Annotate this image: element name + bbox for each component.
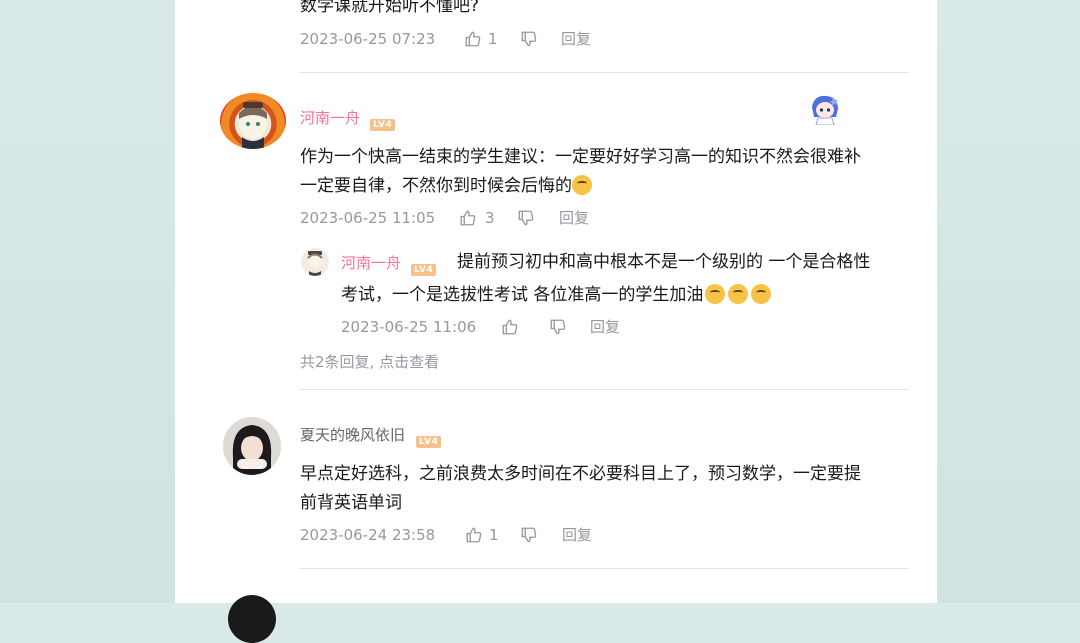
like-count: 1: [489, 526, 499, 544]
face-emoji-icon: [572, 175, 592, 195]
reply-button[interactable]: 回复: [561, 29, 591, 49]
avatar[interactable]: [220, 93, 286, 149]
dislike-button[interactable]: [549, 318, 567, 340]
comment-meta: 2023-06-25 07:23: [300, 29, 435, 49]
comment-time: 2023-06-24 23:58: [300, 526, 436, 544]
level-badge: LV4: [416, 429, 442, 448]
divider: [300, 72, 908, 73]
divider: [300, 568, 908, 569]
username[interactable]: 夏天的晚风依旧: [300, 425, 405, 445]
username[interactable]: 河南一舟: [341, 253, 401, 273]
level-badge: LV4: [370, 112, 396, 131]
divider: [300, 389, 908, 390]
comment-time: 2023-06-25 11:05: [300, 209, 436, 227]
reply-button[interactable]: 回复: [590, 317, 620, 337]
avatar[interactable]: [223, 417, 281, 475]
like-button[interactable]: [501, 318, 519, 340]
username[interactable]: 河南一舟: [300, 108, 360, 128]
comment-text-line: 作为一个快高一结束的学生建议：一定要好好学习高一的知识不然会很难补: [300, 147, 861, 167]
avatar[interactable]: [301, 248, 329, 276]
thumbs-down-icon: [521, 31, 537, 47]
comment-text-line: 早点定好选科，之前浪费太多时间在不必要科目上了，预习数学，一定要提: [300, 464, 861, 484]
reply-text-line: 考试，一个是选拔性考试 各位准高一的学生加油: [341, 280, 772, 311]
reply-time: 2023-06-25 11:06: [341, 318, 477, 336]
comment-text: 一定要自律，不然你到时候会后悔的: [300, 176, 572, 196]
like-button[interactable]: 1: [465, 525, 499, 545]
dislike-button[interactable]: [520, 526, 538, 548]
thumbs-up-icon: [502, 319, 518, 335]
dislike-button[interactable]: [520, 30, 538, 52]
avatar-art: [239, 102, 267, 149]
like-button[interactable]: 1: [464, 29, 498, 49]
comment-time: 2023-06-25 07:23: [300, 30, 436, 48]
reply-button[interactable]: 回复: [562, 525, 592, 545]
like-count: 1: [488, 30, 498, 48]
cheer-emoji-icon: [705, 284, 726, 304]
cheer-emoji-icon: [751, 284, 772, 304]
thumbs-down-icon: [550, 319, 566, 335]
comment-text: 数学课就开始听不懂吧?: [300, 0, 480, 16]
thumbs-up-icon: [466, 527, 482, 543]
reply-text-line: 提前预习初中和高中根本不是一个级别的 一个是合格性: [457, 252, 871, 272]
decoration-sticker: [806, 93, 842, 126]
anime-girl-icon: [812, 95, 838, 126]
like-button[interactable]: 3: [459, 208, 495, 228]
comment-text-line: 一定要自律，不然你到时候会后悔的: [300, 171, 592, 202]
dislike-button[interactable]: [517, 209, 535, 231]
avatar[interactable]: [228, 595, 276, 643]
thumbs-down-icon: [521, 527, 537, 543]
reply-button[interactable]: 回复: [559, 208, 589, 228]
like-count: 3: [485, 209, 495, 227]
thumbs-up-icon: [460, 210, 476, 226]
view-more-replies-link[interactable]: 共2条回复, 点击查看: [300, 352, 439, 372]
comment-text-line: 前背英语单词: [300, 493, 402, 513]
reply-text: 考试，一个是选拔性考试 各位准高一的学生加油: [341, 285, 704, 305]
thumbs-up-icon: [465, 31, 481, 47]
thumbs-down-icon: [518, 210, 534, 226]
avatar-art: [307, 251, 323, 276]
level-badge: LV4: [411, 257, 437, 276]
cheer-emoji-icon: [728, 284, 749, 304]
avatar-art: [223, 417, 281, 475]
